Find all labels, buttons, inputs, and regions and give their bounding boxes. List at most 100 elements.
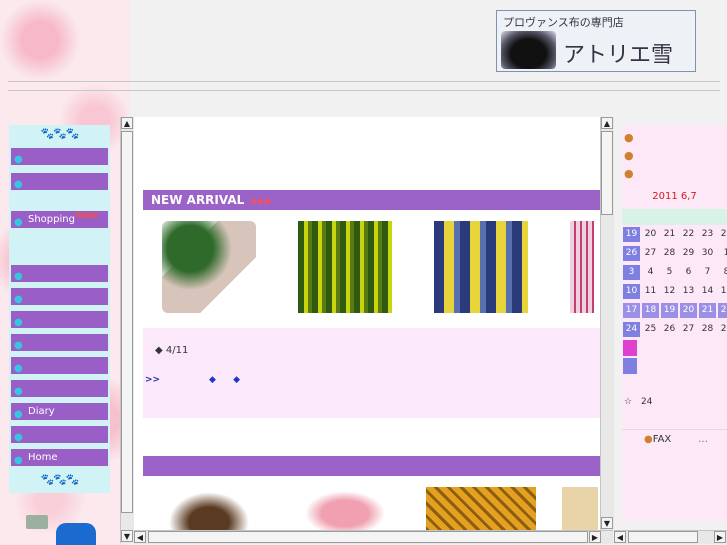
calendar-day: 29 [682,248,695,258]
fax-label: ●FAX [644,434,672,445]
product-thumbnail[interactable] [154,479,264,530]
paw-icon: ● [14,363,23,374]
new-arrival-title: NEW ARRIVAL [151,193,245,207]
product-thumbnail[interactable] [290,479,400,530]
calendar-day: 28 [663,248,676,258]
mail-icon[interactable] [26,515,48,529]
calendar-day: 30 [701,248,714,258]
paw-icon: ● [14,455,23,466]
paws-decoration-icon: 🐾🐾🐾 [40,473,79,486]
calendar-day: 4 [647,267,654,277]
news-more-link[interactable]: >> [145,375,160,385]
main-frame-scrollbar[interactable]: ▲ ▼ [600,117,614,530]
product-thumbnail[interactable] [154,213,264,321]
calendar-day: 7 [704,267,711,277]
mailbox-icon[interactable] [56,523,96,545]
calendar-day: 22 [718,303,727,318]
right-link-3[interactable]: ● [624,167,634,180]
product-thumbnail[interactable] [426,213,536,321]
paw-icon: ● [14,340,23,351]
calendar-day: 3 [623,265,640,280]
paw-icon: ● [14,271,23,282]
calendar-day: 15 [720,286,727,296]
scroll-thumb[interactable] [628,531,698,543]
right-link-2[interactable]: ● [624,149,634,162]
scroll-down-arrow-icon[interactable]: ▼ [121,530,133,542]
left-menu: 🐾🐾🐾 ● ● ● Shopping new ● ● ● ● ● ● ● Diary … [9,125,110,493]
menu-item-11[interactable]: ● [11,426,108,443]
scroll-up-arrow-icon[interactable]: ▲ [601,117,613,129]
new-badge: new [75,210,99,221]
scroll-thumb[interactable] [148,531,588,543]
scroll-right-arrow-icon[interactable]: ▶ [589,531,601,543]
left-frame-scrollbar[interactable]: ▲ ▼ [120,117,134,543]
calendar-day: 20 [680,303,697,318]
main-horizontal-scrollbar[interactable]: ◀ ▶ [134,530,613,544]
calendar-day: 1 [723,248,727,258]
product-thumbnail[interactable] [426,487,536,530]
logo-slogan: プロヴァンス布の専門店 [503,16,624,29]
calendar-day: 27 [644,248,657,258]
menu-item-8[interactable]: ● [11,357,108,374]
calendar-day: 5 [666,267,673,277]
fax-dots: … [698,434,708,445]
paw-icon: ● [14,409,23,420]
menu-item-1[interactable]: ● [11,148,108,165]
menu-item-home[interactable]: ● Home [11,449,108,466]
menu-item-diary[interactable]: ● Diary [11,403,108,420]
menu-item-5[interactable]: ● [11,288,108,305]
scroll-thumb[interactable] [601,131,613,215]
news-bullets: ◆ ◆ [209,375,241,385]
scroll-up-arrow-icon[interactable]: ▲ [121,117,133,129]
new-arrival-bar: NEW ARRIVAL new [143,190,600,210]
section-bar [143,456,600,476]
calendar-day: 8 [723,267,727,277]
calendar-day: 29 [720,324,727,334]
calendar-day: 20 [644,229,657,239]
calendar-day: 25 [644,324,657,334]
news-date: ◆ 4/11 [155,345,189,356]
paw-icon: ● [14,432,23,443]
calendar-day: 12 [663,286,676,296]
calendar-day: 13 [682,286,695,296]
legend-swatch-blue [623,358,637,374]
product-thumbnail[interactable] [562,487,600,530]
calendar-title: 2011 6,7 [652,191,697,202]
menu-item-2[interactable]: ● [11,173,108,190]
calendar-day: 21 [699,303,716,318]
site-logo[interactable]: プロヴァンス布の専門店 アトリエ雪 [496,10,696,72]
menu-item-9[interactable]: ● [11,380,108,397]
menu-item-6[interactable]: ● [11,311,108,328]
calendar-day: 19 [661,303,678,318]
dog-photo [501,31,556,69]
calendar-day: 6 [685,267,692,277]
paw-icon: ● [14,217,23,228]
scroll-down-arrow-icon[interactable]: ▼ [601,517,613,529]
paw-icon: ● [14,317,23,328]
divider-line [8,81,720,82]
right-link-1[interactable]: ● [624,131,634,144]
logo-name: アトリエ雪 [563,43,674,68]
news-panel: ◆ 4/11 >> ◆ ◆ [143,328,600,418]
calendar-day: 28 [701,324,714,334]
calendar-day: 26 [623,246,640,261]
new-badge: new [250,197,272,207]
menu-item-4[interactable]: ● [11,265,108,282]
menu-item-7[interactable]: ● [11,334,108,351]
scroll-left-arrow-icon[interactable]: ◀ [134,531,146,543]
menu-item-shopping[interactable]: ● Shopping new [11,210,108,228]
scroll-right-arrow-icon[interactable]: ▶ [714,531,726,543]
calendar-day: 23 [701,229,714,239]
product-thumbnail[interactable] [562,213,600,321]
calendar-day: 24 [623,322,640,337]
calendar-day: 24 [720,229,727,239]
calendar-weekday-row [622,209,727,225]
product-thumbnail[interactable] [290,213,400,321]
paw-icon: ● [14,386,23,397]
paw-icon: ● [14,294,23,305]
divider-line [8,90,720,91]
calendar-day: 14 [701,286,714,296]
scroll-thumb[interactable] [121,131,133,513]
right-horizontal-scrollbar[interactable]: ◀ ▶ [614,530,727,544]
scroll-left-arrow-icon[interactable]: ◀ [614,531,626,543]
